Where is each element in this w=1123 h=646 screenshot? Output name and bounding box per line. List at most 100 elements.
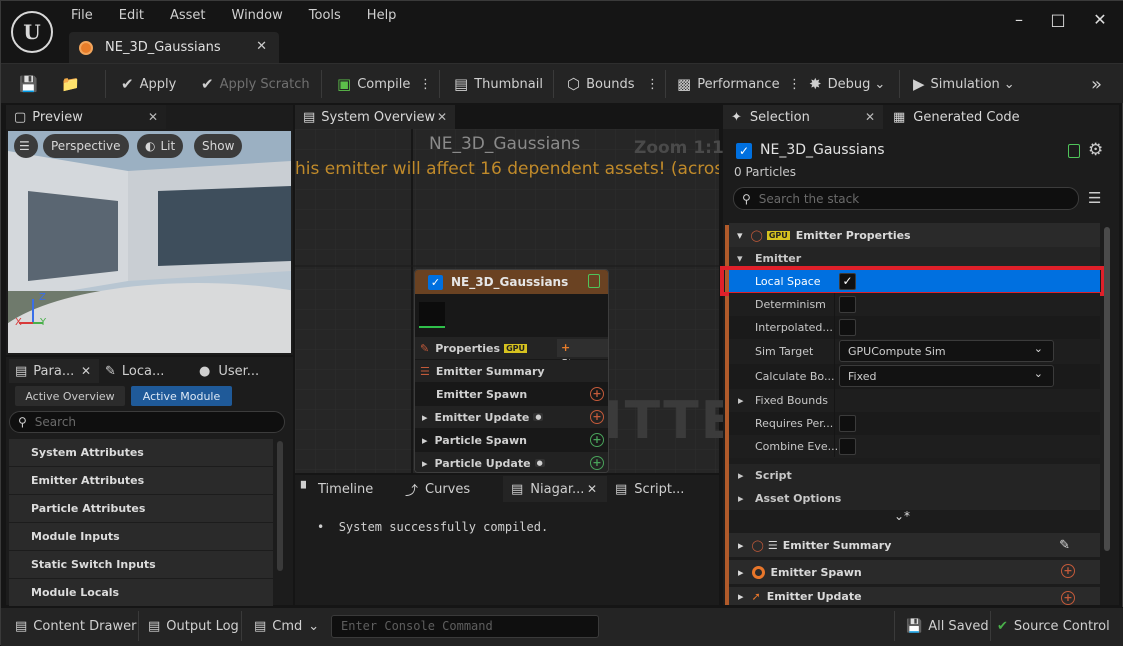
debug-button[interactable]: ✸ Debug ⌄ [809,64,885,104]
compile-button[interactable]: ▣ Compile [337,64,410,104]
source-control-button[interactable]: ✔ Source Control [997,607,1110,646]
collapse-arrow-icon[interactable]: ▾ [737,229,743,242]
filter-icon[interactable]: ☰ [1088,189,1101,207]
edit-pencil-icon[interactable]: ✎ [1059,538,1070,553]
node-emitter-summary-row[interactable]: ☰ Emitter Summary [415,360,608,382]
category-emitter-attributes[interactable]: Emitter Attributes [9,467,273,494]
emitter-spawn-header[interactable]: ▸ Emitter Spawn + [729,560,1100,584]
fixed-bounds-row[interactable]: ▸ Fixed Bounds [729,389,1100,412]
node-properties-row[interactable]: ✎ Properties GPU + Stage [415,337,608,370]
active-module-chip[interactable]: Active Module [131,386,232,406]
save-button[interactable]: 💾 [19,64,44,104]
combine-row[interactable]: Combine Eve... [729,435,1100,458]
all-saved-button[interactable]: 💾 All Saved [906,607,989,646]
expand-arrow-icon[interactable]: ▸ [738,394,744,407]
tab-curves[interactable]: ⤴ Curves [405,476,470,502]
category-system-attributes[interactable]: System Attributes [9,439,273,466]
sim-target-dropdown[interactable]: GPUCompute Sim ⌄ [839,340,1054,362]
lit-button[interactable]: ◐ Lit [137,134,184,158]
tab-selection[interactable]: ✦ Selection ✕ [723,105,883,129]
category-module-locals[interactable]: Module Locals [9,579,273,606]
parameters-search-input[interactable]: ⚲ Search [9,411,285,433]
node-particle-spawn-row[interactable]: ▸ Particle Spawn + [415,429,608,451]
emitter-update-header[interactable]: ▸ ➚ Emitter Update + [729,587,1100,605]
node-emitter-spawn-row[interactable]: Emitter Spawn + [415,383,608,405]
simulation-button[interactable]: ▶ Simulation ⌄ [913,64,1015,104]
expand-arrow-icon[interactable]: ▸ [422,434,428,447]
viewport-menu-button[interactable]: ☰ [14,134,38,158]
requires-row[interactable]: Requires Per... [729,412,1100,435]
tab-preview[interactable]: ▢ Preview ✕ [6,105,166,129]
maximize-button[interactable]: □ [1043,7,1073,33]
collapse-arrow-icon[interactable]: ▾ [737,252,743,265]
asset-options-row[interactable]: ▸ Asset Options [729,487,1100,510]
close-window-button[interactable]: ✕ [1085,7,1115,33]
menu-help[interactable]: Help [367,7,397,24]
determinism-checkbox[interactable] [839,296,856,313]
expand-arrow-icon[interactable]: ▸ [422,457,428,470]
tab-locals[interactable]: ✎ Loca... [105,359,164,383]
determinism-row[interactable]: Determinism [729,293,1100,316]
overflow-button[interactable]: » [1091,64,1102,104]
close-tab-icon[interactable]: ✕ [81,364,91,378]
requires-checkbox[interactable] [839,415,856,432]
menu-edit[interactable]: Edit [119,7,144,24]
stack-search-input[interactable]: ⚲ Search the stack [733,187,1079,210]
close-tab-icon[interactable]: ✕ [587,482,597,496]
add-module-icon[interactable]: + [590,456,604,470]
tab-system-overview[interactable]: ▤ System Overview ✕ [295,105,455,129]
script-stack-icon[interactable] [1068,144,1080,158]
add-module-icon[interactable]: + [590,410,604,424]
tab-timeline[interactable]: ▘ Timeline [301,476,373,502]
show-more-icon[interactable]: ⌄* [894,509,910,523]
tab-generated-code[interactable]: ▦ Generated Code [885,105,1045,129]
add-module-icon[interactable]: + [1061,564,1075,578]
menu-tools[interactable]: Tools [309,7,341,24]
add-module-icon[interactable]: + [590,433,604,447]
tab-niagara-log[interactable]: ▤ Niagar... ✕ [503,476,607,502]
close-tab-icon[interactable]: ✕ [865,110,875,124]
compile-options-button[interactable]: ⋮ [419,64,432,104]
show-button[interactable]: Show [194,134,243,158]
active-overview-chip[interactable]: Active Overview [15,386,125,406]
expand-arrow-icon[interactable]: ▸ [738,469,744,482]
close-tab-icon[interactable]: ✕ [148,110,158,124]
interpolated-row[interactable]: Interpolated... [729,316,1100,339]
expand-arrow-icon[interactable]: ▸ [738,492,744,505]
expand-arrow-icon[interactable]: ▸ [738,590,744,603]
menu-window[interactable]: Window [232,7,283,24]
category-particle-attributes[interactable]: Particle Attributes [9,495,273,522]
interpolated-checkbox[interactable] [839,319,856,336]
cmd-dropdown[interactable]: ▤ Cmd ⌄ [254,607,319,646]
close-tab-icon[interactable]: ✕ [437,110,447,124]
add-module-icon[interactable]: + [1061,591,1075,605]
emitter-node-header[interactable]: ✓ NE_3D_Gaussians [415,270,608,294]
category-module-inputs[interactable]: Module Inputs [9,523,273,550]
content-drawer-button[interactable]: ▤ Content Drawer [15,607,136,646]
emitter-properties-header[interactable]: ▾ ◯ GPU Emitter Properties [729,223,1100,247]
expand-arrow-icon[interactable]: ▸ [422,411,428,424]
output-log-button[interactable]: ▤ Output Log [148,607,239,646]
perspective-button[interactable]: Perspective [43,134,129,158]
add-module-icon[interactable]: + [590,387,604,401]
performance-button[interactable]: ▩ Performance [677,64,780,104]
emitter-node[interactable]: ✓ NE_3D_Gaussians ✎ Properties GPU + Sta… [414,269,609,473]
script-row[interactable]: ▸ Script [729,464,1100,487]
category-static-switch-inputs[interactable]: Static Switch Inputs [9,551,273,578]
console-command-input[interactable]: Enter Console Command [331,615,599,638]
bounds-button[interactable]: ⬡ Bounds [567,64,635,104]
apply-button[interactable]: ✔ Apply [121,64,176,104]
close-tab-icon[interactable]: ✕ [256,39,267,54]
settings-gear-icon[interactable]: ⚙ [1088,140,1103,160]
tab-script[interactable]: ▤ Script... [615,476,684,502]
system-enabled-checkbox[interactable]: ✓ [736,143,752,159]
menu-file[interactable]: File [71,7,93,24]
tab-parameters[interactable]: ▤ Para... ✕ [9,359,99,383]
combine-checkbox[interactable] [839,438,856,455]
calculate-bounds-dropdown[interactable]: Fixed ⌄ [839,365,1054,387]
node-particle-update-row[interactable]: ▸ Particle Update ● + [415,452,608,472]
browse-button[interactable]: 📁 [61,64,86,104]
expand-arrow-icon[interactable]: ▸ [738,566,744,579]
apply-scratch-button[interactable]: ✔ Apply Scratch [201,64,310,104]
node-emitter-update-row[interactable]: ▸ Emitter Update ● + [415,406,608,428]
